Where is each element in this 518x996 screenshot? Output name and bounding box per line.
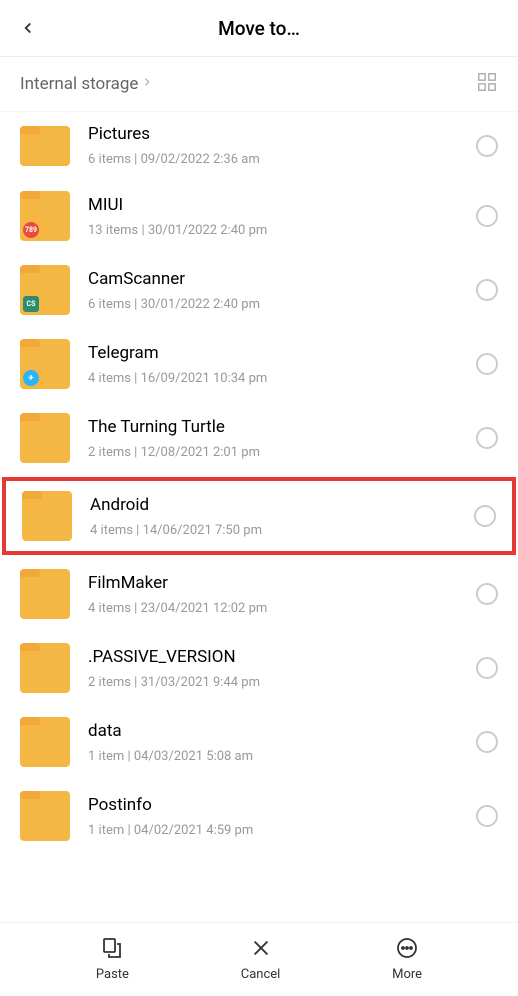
folder-list[interactable]: Pictures 6 items | 09/02/2022 2:36 am 789 M… [0,112,518,922]
select-radio[interactable] [476,135,498,157]
header: Move to… [0,0,518,56]
folder-icon [20,126,70,166]
folder-icon [20,717,70,767]
list-item[interactable]: Pictures 6 items | 09/02/2022 2:36 am [0,112,518,179]
folder-name: Postinfo [88,795,476,815]
folder-name: Telegram [88,343,476,363]
folder-meta: 4 items | 23/04/2021 12:02 pm [88,601,476,616]
item-text: Android 4 items | 14/06/2021 7:50 pm [90,495,474,538]
select-radio[interactable] [476,805,498,827]
list-item[interactable]: Android 4 items | 14/06/2021 7:50 pm [2,477,516,555]
paste-icon [99,935,125,961]
close-icon [248,935,274,961]
folder-meta: 1 item | 04/03/2021 5:08 am [88,749,476,764]
folder-icon [20,791,70,841]
folder-icon [20,569,70,619]
chevron-right-icon [140,74,154,94]
folder-name: CamScanner [88,269,476,289]
back-button[interactable] [16,16,40,40]
item-text: CamScanner 6 items | 30/01/2022 2:40 pm [88,269,476,312]
folder-meta: 6 items | 30/01/2022 2:40 pm [88,297,476,312]
more-icon [394,935,420,961]
item-text: data 1 item | 04/03/2021 5:08 am [88,721,476,764]
list-item[interactable]: 789 MIUI 13 items | 30/01/2022 2:40 pm [0,179,518,253]
list-item[interactable]: data 1 item | 04/03/2021 5:08 am [0,705,518,779]
folder-icon [22,491,72,541]
folder-name: Android [90,495,474,515]
item-text: FilmMaker 4 items | 23/04/2021 12:02 pm [88,573,476,616]
folder-meta: 2 items | 31/03/2021 9:44 pm [88,675,476,690]
folder-icon [20,413,70,463]
folder-meta: 4 items | 16/09/2021 10:34 pm [88,371,476,386]
grid-icon [476,71,498,93]
folder-meta: 1 item | 04/02/2021 4:59 pm [88,823,476,838]
app-badge-icon: ✈ [23,370,39,386]
grid-view-button[interactable] [476,71,498,97]
sub-header: Internal storage [0,56,518,112]
breadcrumb[interactable]: Internal storage [20,74,154,94]
cancel-button[interactable]: Cancel [241,935,281,982]
more-label: More [392,967,422,982]
folder-icon: CS [20,265,70,315]
folder-icon: ✈ [20,339,70,389]
select-radio[interactable] [476,279,498,301]
app-badge-icon: 789 [23,222,39,238]
item-text: .PASSIVE_VERSION 2 items | 31/03/2021 9:4… [88,647,476,690]
item-text: Pictures 6 items | 09/02/2022 2:36 am [88,124,476,167]
select-radio[interactable] [476,731,498,753]
select-radio[interactable] [476,427,498,449]
select-radio[interactable] [476,583,498,605]
folder-name: .PASSIVE_VERSION [88,647,476,667]
select-radio[interactable] [474,505,496,527]
page-title: Move to… [218,17,300,40]
folder-icon [20,643,70,693]
app-badge-icon: CS [23,296,39,312]
folder-meta: 13 items | 30/01/2022 2:40 pm [88,223,476,238]
bottom-action-bar: Paste Cancel More [0,922,518,996]
select-radio[interactable] [476,205,498,227]
list-item[interactable]: .PASSIVE_VERSION 2 items | 31/03/2021 9:4… [0,631,518,705]
item-text: MIUI 13 items | 30/01/2022 2:40 pm [88,195,476,238]
item-text: The Turning Turtle 2 items | 12/08/2021 2… [88,417,476,460]
folder-meta: 4 items | 14/06/2021 7:50 pm [90,523,474,538]
more-button[interactable]: More [392,935,422,982]
item-text: Telegram 4 items | 16/09/2021 10:34 pm [88,343,476,386]
cancel-label: Cancel [241,967,281,982]
folder-name: MIUI [88,195,476,215]
list-item[interactable]: CS CamScanner 6 items | 30/01/2022 2:40 pm [0,253,518,327]
folder-name: FilmMaker [88,573,476,593]
list-item[interactable]: The Turning Turtle 2 items | 12/08/2021 2… [0,401,518,475]
folder-icon: 789 [20,191,70,241]
paste-button[interactable]: Paste [96,935,129,982]
select-radio[interactable] [476,657,498,679]
folder-name: Pictures [88,124,476,144]
back-icon [19,19,37,37]
list-item[interactable]: ✈ Telegram 4 items | 16/09/2021 10:34 pm [0,327,518,401]
folder-meta: 2 items | 12/08/2021 2:01 pm [88,445,476,460]
folder-name: data [88,721,476,741]
paste-label: Paste [96,967,129,982]
item-text: Postinfo 1 item | 04/02/2021 4:59 pm [88,795,476,838]
select-radio[interactable] [476,353,498,375]
breadcrumb-label: Internal storage [20,74,138,94]
list-item[interactable]: FilmMaker 4 items | 23/04/2021 12:02 pm [0,557,518,631]
folder-name: The Turning Turtle [88,417,476,437]
list-item[interactable]: Postinfo 1 item | 04/02/2021 4:59 pm [0,779,518,853]
folder-meta: 6 items | 09/02/2022 2:36 am [88,152,476,167]
